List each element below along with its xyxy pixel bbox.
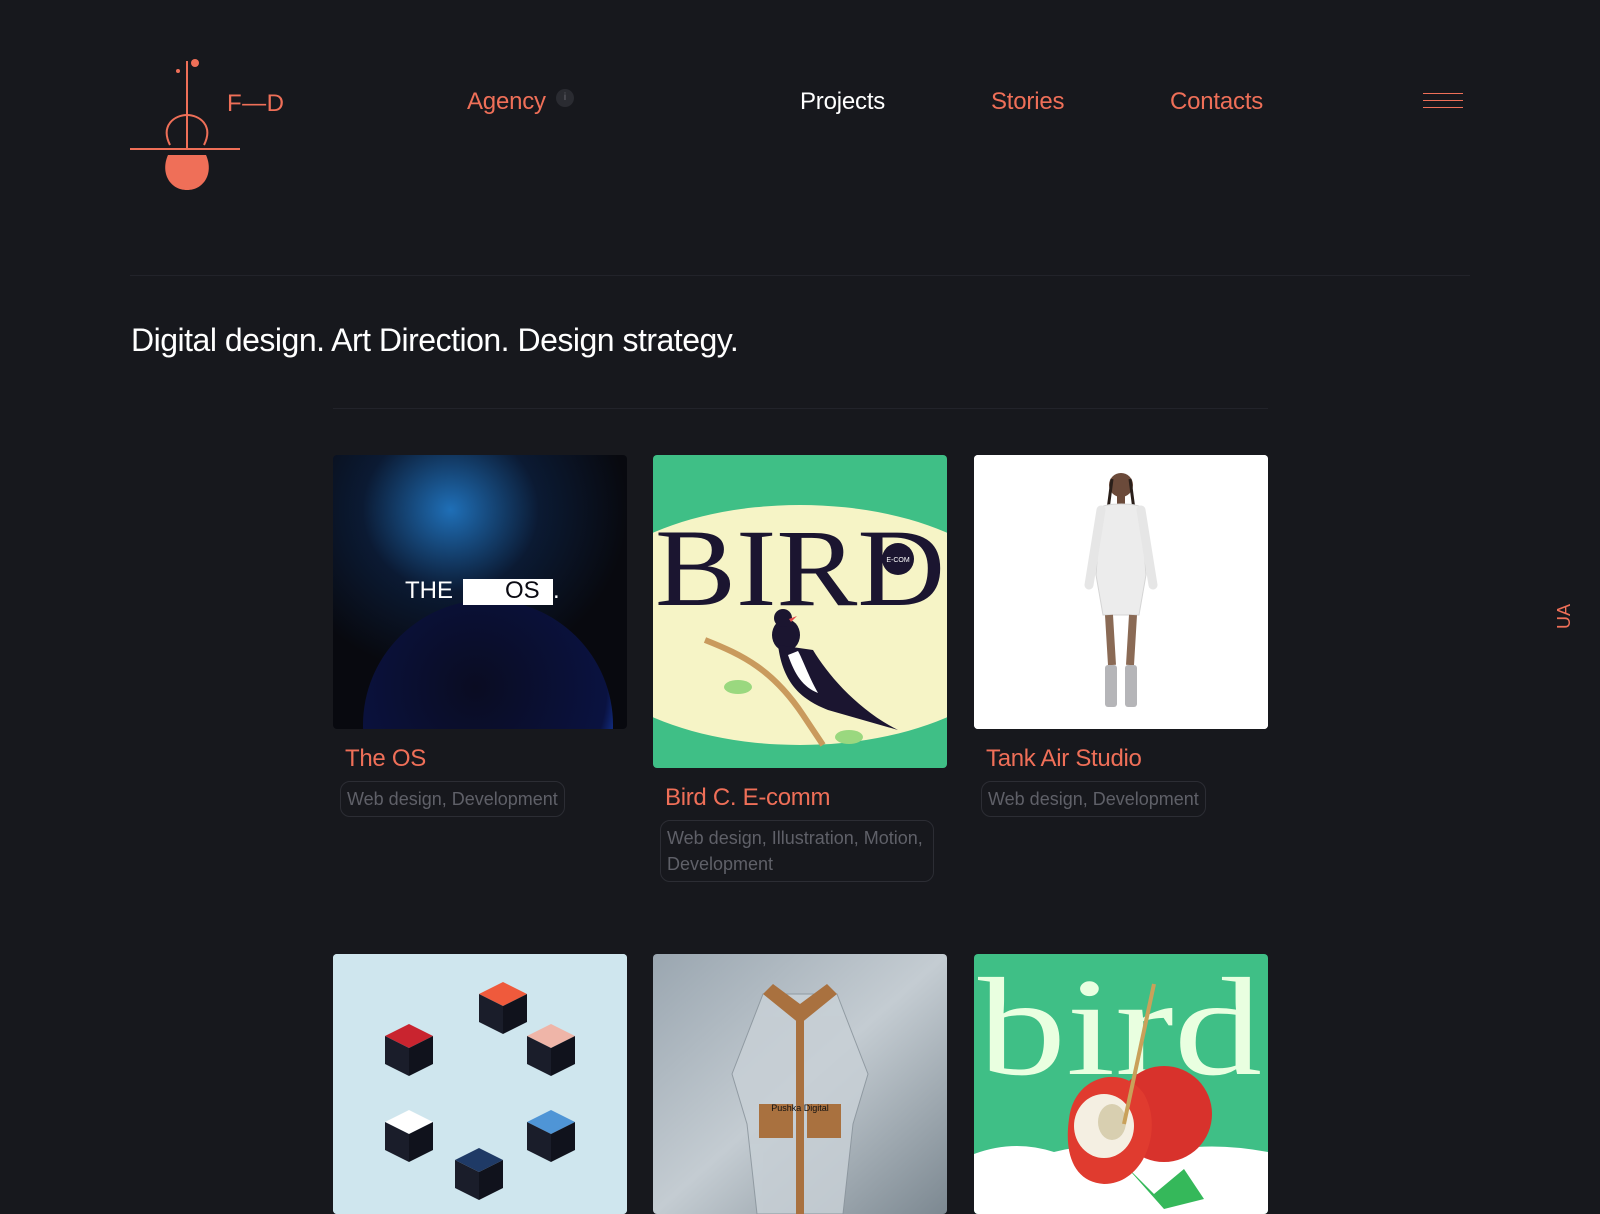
project-thumbnail[interactable]: THE OS . — [333, 455, 627, 729]
project-thumbnail[interactable]: Pushka Digital — [653, 954, 947, 1214]
hamburger-icon[interactable] — [1423, 93, 1463, 117]
header-divider — [130, 275, 1470, 276]
project-title[interactable]: Bird C. E-comm — [665, 784, 947, 812]
thumb-text-pushka: Pushka Digital — [771, 1103, 829, 1113]
logo-icon[interactable] — [130, 55, 310, 195]
nav-stories[interactable]: Stories — [991, 88, 1064, 116]
project-card-bird-ecomm[interactable]: BIRD E-COM Bird C. E-comm Web design, Il… — [653, 455, 947, 882]
project-card-bird-lychee[interactable]: bird — [974, 954, 1268, 1214]
project-title[interactable]: Tank Air Studio — [986, 745, 1268, 773]
project-card-tank-air-studio[interactable]: Tank Air Studio Web design, Development — [974, 455, 1268, 817]
page-tagline: Digital design. Art Direction. Design st… — [131, 322, 739, 358]
project-card-cubes[interactable] — [333, 954, 627, 1214]
language-switch[interactable]: UA — [1554, 604, 1575, 629]
nav-projects[interactable]: Projects — [800, 88, 885, 116]
info-badge-icon: i — [556, 89, 574, 107]
project-card-pushka-digital[interactable]: Pushka Digital — [653, 954, 947, 1214]
project-thumbnail[interactable] — [333, 954, 627, 1214]
project-tags: Web design, Development — [981, 781, 1206, 817]
project-thumbnail[interactable]: bird — [974, 954, 1268, 1214]
thumb-text-os: OS — [505, 577, 540, 604]
project-tags: Web design, Illustration, Motion, Develo… — [660, 820, 934, 882]
section-divider — [333, 408, 1268, 409]
project-thumbnail[interactable] — [974, 455, 1268, 729]
nav-agency[interactable]: Agency — [467, 88, 546, 116]
nav-contacts[interactable]: Contacts — [1170, 88, 1263, 116]
project-title[interactable]: The OS — [345, 745, 627, 773]
project-tags: Web design, Development — [340, 781, 565, 817]
project-thumbnail[interactable]: BIRD E-COM — [653, 455, 947, 768]
thumb-text-ecom: E-COM — [886, 557, 910, 564]
logo-text[interactable]: F—D — [227, 90, 285, 118]
thumb-text-dot: . — [553, 577, 560, 604]
thumb-text-the: THE — [405, 577, 453, 604]
project-card-the-os[interactable]: THE OS . The OS Web design, Development — [333, 455, 627, 817]
